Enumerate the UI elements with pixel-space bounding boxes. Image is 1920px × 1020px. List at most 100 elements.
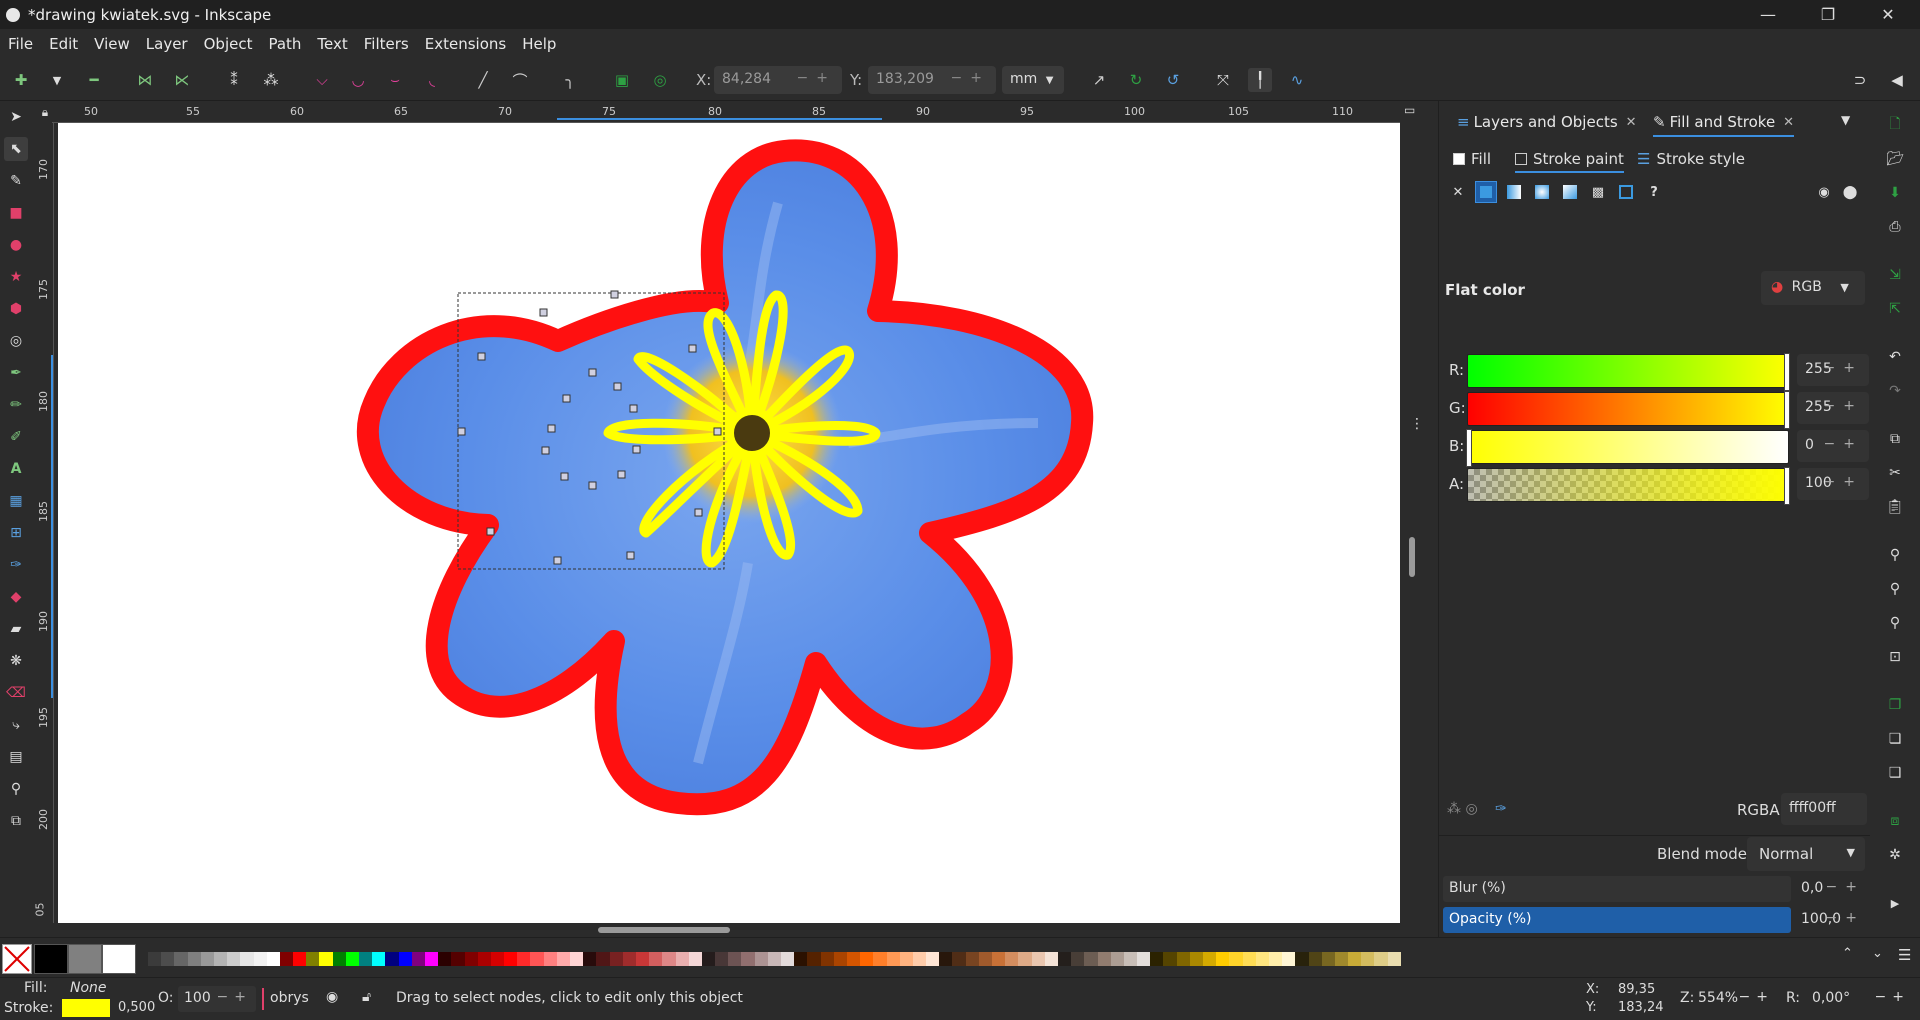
color-swatch[interactable] <box>701 952 716 966</box>
color-swatch[interactable] <box>926 952 940 966</box>
color-swatch[interactable] <box>253 952 267 966</box>
color-swatch[interactable] <box>319 952 333 966</box>
copy-icon[interactable]: ⧉ <box>1883 427 1907 451</box>
linear-gradient-icon[interactable] <box>1503 181 1525 203</box>
scroll-thumb[interactable] <box>1409 537 1415 577</box>
color-swatch[interactable] <box>1110 952 1124 966</box>
subtab-stroke-style[interactable]: ☰ Stroke style <box>1637 150 1745 168</box>
blue-value-field[interactable]: 0 −+ <box>1797 430 1869 462</box>
color-swatch[interactable] <box>187 952 201 966</box>
color-swatch[interactable] <box>1123 952 1138 966</box>
palette-menu-icon[interactable]: ☰ <box>1898 946 1911 964</box>
zoom-drawing-icon[interactable]: ⚲ <box>1883 577 1907 601</box>
color-swatch[interactable] <box>1216 952 1230 966</box>
clone-icon[interactable]: ❏ <box>1883 727 1907 751</box>
zoom-tool-icon[interactable]: ⚲ <box>4 777 28 801</box>
show-mask-icon[interactable]: ↻ <box>1124 68 1148 92</box>
color-swatch[interactable] <box>345 952 359 966</box>
color-swatch[interactable] <box>530 952 544 966</box>
fill-value[interactable]: None <box>70 980 107 996</box>
color-swatch[interactable] <box>240 952 254 966</box>
auto-smooth-node-icon[interactable]: ◟ <box>420 68 444 92</box>
color-swatch[interactable] <box>583 952 597 966</box>
tweak-objects-tool-icon[interactable]: ▰ <box>4 617 28 641</box>
redo-icon[interactable]: ↷ <box>1883 379 1907 403</box>
color-swatch[interactable] <box>570 952 584 966</box>
blur-value-field[interactable]: 0,0 −+ <box>1795 876 1869 902</box>
duplicate-icon[interactable]: ❐ <box>1883 693 1907 717</box>
color-swatch[interactable] <box>1334 952 1349 966</box>
color-swatch[interactable] <box>1189 952 1203 966</box>
mesh-gradient-icon[interactable] <box>1559 181 1581 203</box>
menu-edit[interactable]: Edit <box>49 35 78 53</box>
show-clip-path-icon[interactable]: ↗ <box>1087 68 1111 92</box>
color-swatch[interactable] <box>372 952 386 966</box>
color-swatch[interactable] <box>227 952 241 966</box>
color-swatch[interactable] <box>754 952 768 966</box>
ellipse-tool-icon[interactable]: ● <box>4 233 28 257</box>
color-swatch[interactable] <box>504 952 518 966</box>
color-swatch[interactable] <box>266 952 280 966</box>
color-swatch[interactable] <box>635 952 650 966</box>
smooth-node-icon[interactable]: ◡ <box>346 68 370 92</box>
paste-icon[interactable]: 📋︎ <box>1883 495 1907 519</box>
layer-lock-icon[interactable]: 🔓︎ <box>362 989 371 1005</box>
delete-node-icon[interactable]: ━ <box>82 68 106 92</box>
color-swatch[interactable] <box>1137 952 1151 966</box>
color-swatch[interactable] <box>1255 952 1269 966</box>
color-swatch[interactable] <box>1387 952 1401 966</box>
color-swatch[interactable] <box>1084 952 1098 966</box>
color-swatch[interactable] <box>543 952 557 966</box>
tab-layers-and-objects[interactable]: ≡ Layers and Objects ✕ <box>1457 113 1637 131</box>
cut-icon[interactable]: ✂ <box>1883 461 1907 485</box>
color-swatch[interactable] <box>952 952 966 966</box>
radial-gradient-icon[interactable] <box>1531 181 1553 203</box>
close-tab-icon[interactable]: ✕ <box>1626 115 1637 130</box>
color-swatch[interactable] <box>1176 952 1190 966</box>
alpha-stepper-icon[interactable]: −+ <box>1824 474 1863 490</box>
close-tab-icon[interactable]: ✕ <box>1783 115 1794 130</box>
x-coordinate-field[interactable]: 84,284 −+ <box>714 66 842 94</box>
color-swatch[interactable] <box>715 952 729 966</box>
measure-tool-icon[interactable]: ⧉ <box>4 809 28 833</box>
opacity-value-field[interactable]: 100,0 −+ <box>1795 907 1869 933</box>
pen-tool-icon[interactable]: ✒ <box>4 361 28 385</box>
palette-scroll-down-icon[interactable]: ⌄ <box>1872 946 1883 961</box>
delete-segment-icon[interactable]: ⁂ <box>259 68 283 92</box>
insert-node-icon[interactable]: ✚ <box>9 68 33 92</box>
rotation-stepper-icon[interactable]: −+ <box>1875 989 1910 1005</box>
calligraphy-tool-icon[interactable]: ✐ <box>4 425 28 449</box>
color-swatch[interactable] <box>1321 952 1335 966</box>
color-management-icon[interactable]: ⁂ ◎ <box>1447 801 1478 817</box>
red-slider[interactable] <box>1467 353 1790 391</box>
pattern-icon[interactable]: ▩ <box>1587 181 1609 203</box>
color-swatch[interactable] <box>649 952 663 966</box>
save-icon[interactable]: ⬇ <box>1883 181 1907 205</box>
color-swatch[interactable] <box>1348 952 1362 966</box>
break-path-icon[interactable]: ⋉ <box>170 68 194 92</box>
cusp-node-icon[interactable]: ⌵ <box>310 68 334 92</box>
color-swatch[interactable] <box>279 952 294 966</box>
paint-bucket-tool-icon[interactable]: ◆ <box>4 585 28 609</box>
subtab-stroke-paint[interactable]: Stroke paint <box>1515 150 1624 173</box>
stroke-color-swatch[interactable] <box>62 999 110 1017</box>
menu-object[interactable]: Object <box>204 35 253 53</box>
layer-visibility-icon[interactable]: ◉ <box>326 989 338 1005</box>
red-value-field[interactable]: 255 −+ <box>1797 354 1869 386</box>
color-swatch[interactable] <box>860 952 874 966</box>
color-swatch[interactable] <box>68 944 102 974</box>
color-swatch[interactable] <box>675 952 689 966</box>
slider-handle[interactable] <box>1784 353 1790 391</box>
show-outline-icon[interactable]: ∿ <box>1285 68 1309 92</box>
display-mode-icon[interactable]: ▭ <box>1404 103 1420 117</box>
color-swatch[interactable] <box>939 952 953 966</box>
pages-tool-icon[interactable]: ▤ <box>4 745 28 769</box>
minimize-button[interactable]: — <box>1740 0 1796 29</box>
menu-view[interactable]: View <box>94 35 130 53</box>
eraser-tool-icon[interactable]: ⌫ <box>4 681 28 705</box>
blue-stepper-icon[interactable]: −+ <box>1824 436 1863 452</box>
join-nodes-icon[interactable]: ⋈ <box>133 68 157 92</box>
color-swatch[interactable] <box>886 952 900 966</box>
ungroup-icon[interactable]: ✲ <box>1883 843 1907 867</box>
show-handles-icon[interactable]: ╿ <box>1248 68 1272 92</box>
